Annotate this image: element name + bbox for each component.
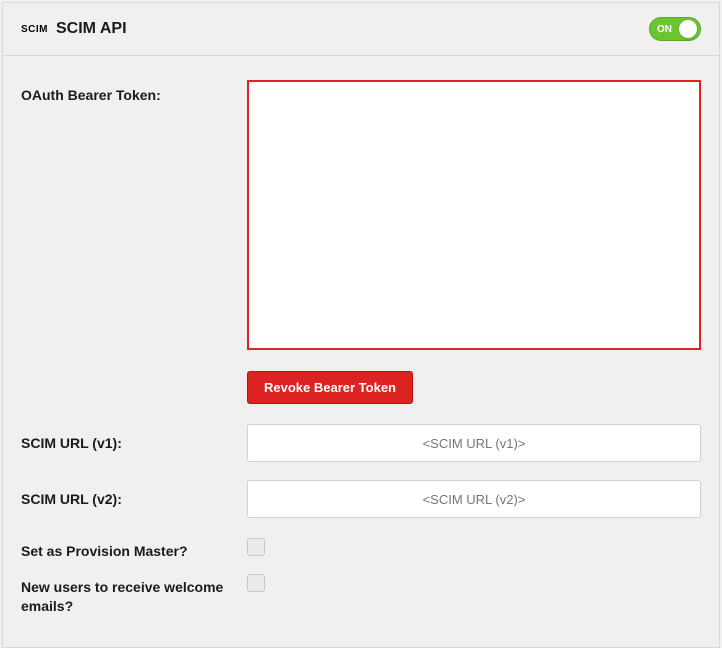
oauth-token-label: OAuth Bearer Token:: [21, 87, 161, 103]
scim-url-v1-row: SCIM URL (v1):: [21, 424, 701, 462]
toggle-label: ON: [657, 24, 672, 35]
welcome-emails-label-col: New users to receive welcome emails?: [21, 572, 247, 617]
oauth-token-textarea[interactable]: [247, 80, 701, 350]
scim-url-v2-input[interactable]: [247, 480, 701, 518]
scim-url-v1-input[interactable]: [247, 424, 701, 462]
provision-master-input-col: [247, 536, 701, 561]
scim-url-v2-row: SCIM URL (v2):: [21, 480, 701, 518]
token-label-col: OAuth Bearer Token:: [21, 80, 247, 106]
scim-url-v2-label: SCIM URL (v2):: [21, 491, 122, 507]
scim-api-panel: SCIM SCIM API ON OAuth Bearer Token: Rev…: [2, 2, 720, 648]
welcome-emails-input-col: [247, 572, 701, 597]
provision-master-label: Set as Provision Master?: [21, 543, 188, 559]
provision-master-row: Set as Provision Master?: [21, 536, 701, 562]
scim-api-toggle[interactable]: ON: [649, 17, 701, 41]
toggle-knob: [679, 20, 697, 38]
panel-body: OAuth Bearer Token: Revoke Bearer Token …: [3, 56, 719, 647]
token-input-col: Revoke Bearer Token: [247, 80, 701, 404]
scim-url-v2-label-col: SCIM URL (v2):: [21, 480, 247, 510]
scim-url-v1-label-col: SCIM URL (v1):: [21, 424, 247, 454]
token-row: OAuth Bearer Token: Revoke Bearer Token: [21, 80, 701, 404]
welcome-emails-row: New users to receive welcome emails?: [21, 572, 701, 617]
welcome-emails-label: New users to receive welcome emails?: [21, 579, 223, 615]
provision-master-checkbox[interactable]: [247, 538, 265, 556]
scim-icon: SCIM: [21, 24, 48, 35]
revoke-bearer-token-button[interactable]: Revoke Bearer Token: [247, 371, 413, 404]
scim-url-v2-input-col: [247, 480, 701, 518]
scim-url-v1-input-col: [247, 424, 701, 462]
panel-title: SCIM API: [56, 20, 127, 38]
welcome-emails-checkbox[interactable]: [247, 574, 265, 592]
header-left: SCIM SCIM API: [21, 20, 127, 38]
provision-master-label-col: Set as Provision Master?: [21, 536, 247, 562]
scim-url-v1-label: SCIM URL (v1):: [21, 435, 122, 451]
panel-header: SCIM SCIM API ON: [3, 3, 719, 56]
